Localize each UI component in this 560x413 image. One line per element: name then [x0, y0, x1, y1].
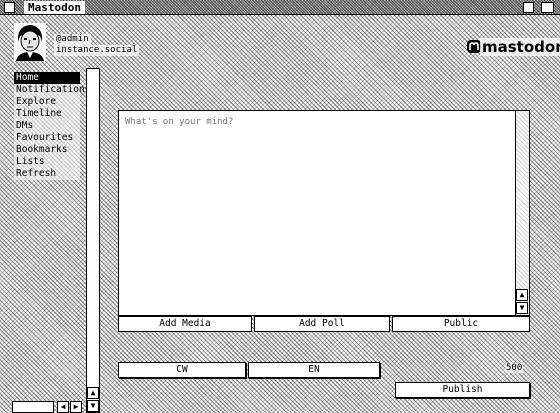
window-title: Mastodon — [24, 1, 85, 14]
sidebar-nav: Home Notifications Explore Timeline DMs … — [14, 72, 90, 180]
sidebar-item-home[interactable]: Home — [14, 72, 80, 84]
visibility-button[interactable]: Public — [392, 316, 530, 332]
title-bar: Mastodon — [0, 0, 560, 15]
avatar[interactable] — [14, 23, 46, 61]
sidebar-item-dms[interactable]: DMs — [14, 120, 80, 132]
scroll-up-arrow-icon[interactable]: ▲ — [87, 387, 99, 399]
sidebar-item-refresh[interactable]: Refresh — [14, 168, 80, 180]
scroll-left-arrow-icon[interactable]: ◀ — [57, 401, 69, 413]
close-box[interactable] — [4, 2, 15, 13]
language-button[interactable]: EN — [248, 362, 380, 378]
compose-panel: ▲ ▼ — [118, 110, 530, 316]
sidebar-item-bookmarks[interactable]: Bookmarks — [14, 144, 80, 156]
account-instance: instance.social — [54, 45, 140, 56]
character-counter: 500 — [505, 363, 524, 373]
compose-scroll-up-arrow-icon[interactable]: ▲ — [516, 289, 528, 301]
scroll-right-arrow-icon[interactable]: ▶ — [70, 401, 82, 413]
minimize-box[interactable] — [523, 2, 534, 13]
sidebar-item-notifications[interactable]: Notifications — [14, 84, 90, 96]
sidebar-size-box[interactable] — [12, 401, 54, 413]
sidebar-item-explore[interactable]: Explore — [14, 96, 80, 108]
content-warning-button[interactable]: CW — [118, 362, 246, 378]
sidebar-item-timeline[interactable]: Timeline — [14, 108, 80, 120]
sidebar-item-favourites[interactable]: Favourites — [14, 132, 80, 144]
compose-scrollbar[interactable]: ▲ ▼ — [515, 111, 529, 315]
compose-input[interactable] — [125, 117, 505, 307]
sidebar-item-lists[interactable]: Lists — [14, 156, 80, 168]
publish-button[interactable]: Publish — [395, 382, 530, 398]
compose-scroll-down-arrow-icon[interactable]: ▼ — [516, 302, 528, 314]
mastodon-logo-text: mastodon — [480, 38, 560, 56]
add-media-button[interactable]: Add Media — [118, 316, 252, 332]
add-poll-button[interactable]: Add Poll — [254, 316, 390, 332]
account-handle: @admin — [54, 34, 91, 45]
sidebar-scrollbar[interactable]: ▲ ▼ — [86, 68, 100, 413]
scroll-down-arrow-icon[interactable]: ▼ — [87, 400, 99, 412]
zoom-box[interactable] — [541, 2, 554, 13]
